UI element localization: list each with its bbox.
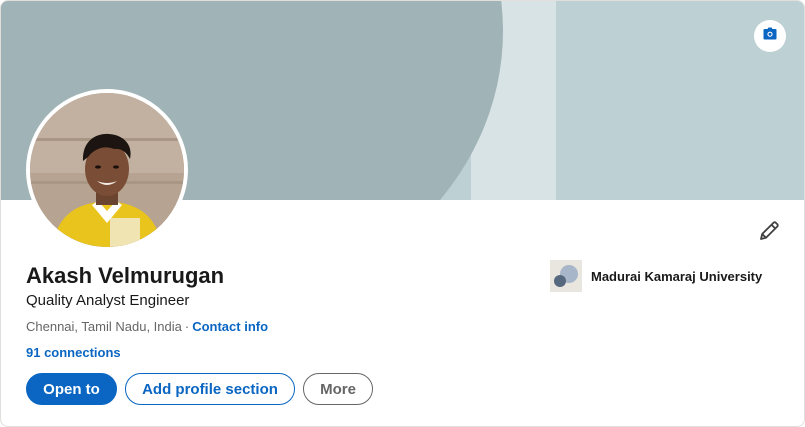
connections-row: 91 connections: [26, 345, 121, 360]
school-logo: [550, 260, 582, 292]
profile-photo[interactable]: [26, 89, 188, 251]
location-row: Chennai, Tamil Nadu, India · Contact info: [26, 319, 268, 334]
location-separator: ·: [184, 319, 190, 334]
more-button[interactable]: More: [303, 373, 373, 405]
education-item[interactable]: Madurai Kamaraj University: [550, 260, 762, 292]
camera-icon: [762, 26, 778, 47]
pencil-icon: [758, 220, 780, 247]
edit-intro-button[interactable]: [755, 219, 783, 247]
profile-headline: Quality Analyst Engineer: [26, 292, 190, 309]
contact-info-link[interactable]: Contact info: [192, 319, 268, 334]
profile-location: Chennai, Tamil Nadu, India: [26, 319, 182, 334]
edit-banner-button[interactable]: [754, 20, 786, 52]
open-to-button[interactable]: Open to: [26, 373, 117, 405]
add-profile-section-button[interactable]: Add profile section: [125, 373, 295, 405]
profile-name: Akash Velmurugan: [26, 263, 225, 288]
school-name: Madurai Kamaraj University: [591, 268, 763, 284]
connections-link[interactable]: 91 connections: [26, 345, 121, 360]
profile-card: Akash Velmurugan Quality Analyst Enginee…: [0, 0, 805, 427]
profile-actions: Open to Add profile section More: [26, 373, 373, 405]
